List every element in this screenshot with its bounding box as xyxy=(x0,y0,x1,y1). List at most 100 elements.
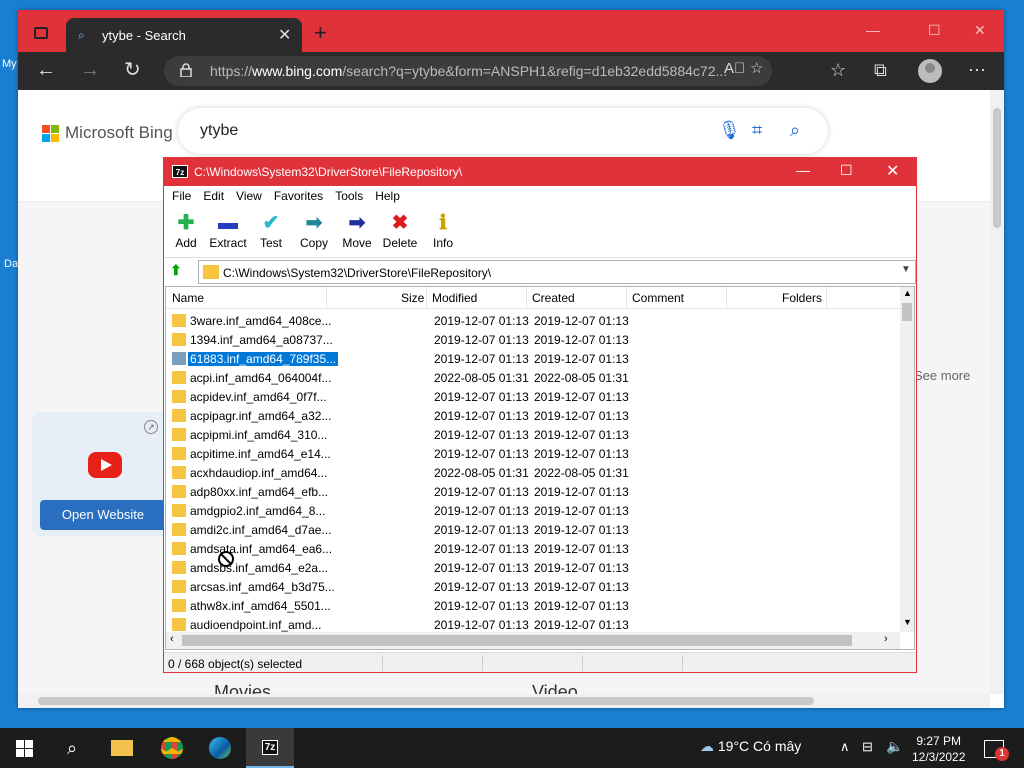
list-vertical-scrollbar[interactable]: ▲ ▼ xyxy=(900,287,914,632)
search-query[interactable]: ytybe xyxy=(200,122,238,140)
page-horizontal-scrollbar[interactable] xyxy=(18,694,990,708)
maximize-icon[interactable]: ☐ xyxy=(928,22,941,39)
table-row[interactable]: amdgpio2.inf_amd64_8... 2019-12-07 01:13 2… xyxy=(166,501,900,520)
table-row[interactable]: acpipmi.inf_amd64_310... 2019-12-07 01:13… xyxy=(166,425,900,444)
search-icon[interactable]: ⌕ xyxy=(790,120,800,141)
close-icon[interactable]: ✕ xyxy=(974,22,986,39)
test-button[interactable]: ✔ Test xyxy=(249,212,293,250)
folder-icon xyxy=(172,390,186,403)
toolbar: ✚ Add ▬ Extract ✔ Test ➡ Copy ➡ Move ✖ Delete … xyxy=(164,208,916,258)
collections-icon[interactable]: ⧉ xyxy=(874,60,887,81)
delete-button[interactable]: ✖ Delete xyxy=(378,212,422,250)
table-row[interactable]: 1394.inf_amd64_a08737... 2019-12-07 01:13… xyxy=(166,330,900,349)
table-row[interactable]: acxhdaudiop.inf_amd64... 2022-08-05 01:31… xyxy=(166,463,900,482)
menu-tools[interactable]: Tools xyxy=(329,186,369,208)
extract-button[interactable]: ▬ Extract xyxy=(206,212,250,250)
system-clock[interactable]: 9:27 PM 12/3/2022 xyxy=(912,733,965,765)
folder-icon xyxy=(203,265,219,279)
created-date: 2019-12-07 01:13 xyxy=(534,447,629,461)
favorites-icon[interactable]: ☆ xyxy=(830,60,846,81)
list-horizontal-scrollbar[interactable]: ‹ › xyxy=(166,632,900,649)
table-row[interactable]: adp80xx.inf_amd64_efb... 2019-12-07 01:13… xyxy=(166,482,900,501)
read-aloud-icon[interactable]: A᳒ xyxy=(724,60,745,77)
windows-logo-icon xyxy=(15,739,33,757)
external-link-icon[interactable]: ↗ xyxy=(144,420,158,434)
notification-center-icon[interactable]: 1 xyxy=(984,740,1009,761)
info-button[interactable]: ℹ Info xyxy=(421,212,465,250)
bing-logo[interactable]: Microsoft Bing xyxy=(42,123,173,143)
tab-actions-icon[interactable] xyxy=(28,20,54,46)
minimize-icon[interactable]: — xyxy=(866,22,880,38)
column-header-modified[interactable]: Modified xyxy=(432,291,477,305)
7zip-taskbar-icon[interactable]: 7z xyxy=(246,728,294,768)
plus-icon: ✚ xyxy=(177,212,195,234)
file-explorer-icon[interactable] xyxy=(98,728,146,768)
new-tab-button[interactable]: + xyxy=(314,22,327,44)
column-header-created[interactable]: Created xyxy=(532,291,575,305)
menu-edit[interactable]: Edit xyxy=(197,186,230,208)
forward-arrow-icon[interactable]: → xyxy=(80,60,100,80)
table-row[interactable]: 61883.inf_amd64_789f35... 2019-12-07 01:1… xyxy=(166,349,900,368)
table-row[interactable]: amdi2c.inf_amd64_d7ae... 2019-12-07 01:13… xyxy=(166,520,900,539)
start-button[interactable] xyxy=(0,728,48,768)
copy-button[interactable]: ➡ Copy xyxy=(292,212,336,250)
table-row[interactable]: acpipagr.inf_amd64_a32... 2019-12-07 01:1… xyxy=(166,406,900,425)
tab-close-icon[interactable]: ✕ xyxy=(278,25,291,45)
edge-icon[interactable] xyxy=(196,728,244,768)
modified-date: 2019-12-07 01:13 xyxy=(434,409,529,423)
created-date: 2019-12-07 01:13 xyxy=(534,561,629,575)
column-header-folders[interactable]: Folders xyxy=(782,291,822,305)
menu-help[interactable]: Help xyxy=(369,186,406,208)
path-combobox[interactable]: C:\Windows\System32\DriverStore\FileRepo… xyxy=(198,260,916,284)
youtube-card[interactable]: ↗ Open Website xyxy=(32,412,172,536)
table-row[interactable]: acpidev.inf_amd64_0f7f... 2019-12-07 01:1… xyxy=(166,387,900,406)
table-row[interactable]: acpitime.inf_amd64_e14... 2019-12-07 01:1… xyxy=(166,444,900,463)
lock-icon[interactable] xyxy=(180,63,192,77)
add-button[interactable]: ✚ Add xyxy=(164,212,208,250)
table-row[interactable]: 3ware.inf_amd64_408ce... 2019-12-07 01:13… xyxy=(166,311,900,330)
folder-up-icon[interactable]: ⬆ xyxy=(170,262,188,280)
table-row[interactable]: acpi.inf_amd64_064004f... 2022-08-05 01:3… xyxy=(166,368,900,387)
table-row[interactable]: amdsbs.inf_amd64_e2a... 2019-12-07 01:13 2… xyxy=(166,558,900,577)
refresh-icon[interactable]: ↻ xyxy=(124,60,141,80)
search-taskbar-icon[interactable]: ⌕ xyxy=(48,728,96,768)
microphone-icon[interactable]: 🎙 xyxy=(718,120,741,141)
show-hidden-icons-icon[interactable]: ∧ xyxy=(840,739,850,755)
folder-icon xyxy=(172,314,186,327)
url-bar[interactable]: https://www.bing.com/search?q=ytybe&form… xyxy=(164,56,772,86)
column-header-name[interactable]: Name xyxy=(172,291,204,305)
visual-search-icon[interactable]: ⌗ xyxy=(752,120,762,141)
created-date: 2019-12-07 01:13 xyxy=(534,428,629,442)
network-icon[interactable]: ⊟ xyxy=(862,739,873,755)
open-website-button[interactable]: Open Website xyxy=(40,500,166,530)
column-header-comment[interactable]: Comment xyxy=(632,291,684,305)
menu-file[interactable]: File xyxy=(166,186,197,208)
table-row[interactable]: arcsas.inf_amd64_b3d75... 2019-12-07 01:1… xyxy=(166,577,900,596)
chrome-icon[interactable] xyxy=(148,728,196,768)
column-header-size[interactable]: Size xyxy=(401,291,424,305)
see-more-link[interactable]: See more xyxy=(914,368,970,383)
table-row[interactable]: amdsata.inf_amd64_ea6... 2019-12-07 01:13… xyxy=(166,539,900,558)
minimize-icon[interactable]: — xyxy=(796,162,810,178)
chevron-down-icon[interactable]: ▼ xyxy=(901,264,911,275)
browser-tab[interactable]: ⌕ ytybe - Search ✕ xyxy=(66,18,302,52)
menu-favorites[interactable]: Favorites xyxy=(268,186,329,208)
file-list: Name Size Modified Created Comment Folde… xyxy=(165,286,915,650)
menu-view[interactable]: View xyxy=(230,186,268,208)
modified-date: 2019-12-07 01:13 xyxy=(434,314,529,328)
maximize-icon[interactable]: ☐ xyxy=(840,162,853,179)
move-button[interactable]: ➡ Move xyxy=(335,212,379,250)
profile-avatar[interactable] xyxy=(918,59,942,83)
close-icon[interactable]: ✕ xyxy=(886,161,899,181)
url-text: https://www.bing.com/search?q=ytybe&form… xyxy=(210,63,728,79)
file-name: acpi.inf_amd64_064004f... xyxy=(190,371,332,385)
weather-widget[interactable]: ☁ 19°C Có mây xyxy=(700,738,801,755)
bing-search-box[interactable]: ytybe 🎙 ⌗ ⌕ xyxy=(178,108,828,154)
volume-icon[interactable]: 🔈 xyxy=(886,738,903,755)
add-favorite-icon[interactable]: ☆ xyxy=(750,59,763,77)
table-row[interactable]: athw8x.inf_amd64_5501... 2019-12-07 01:13… xyxy=(166,596,900,615)
back-arrow-icon[interactable]: ← xyxy=(36,60,56,80)
page-vertical-scrollbar[interactable] xyxy=(990,90,1004,694)
more-menu-icon[interactable]: ⋯ xyxy=(968,60,986,81)
window-title-bar[interactable]: 7z C:\Windows\System32\DriverStore\FileR… xyxy=(164,158,916,186)
